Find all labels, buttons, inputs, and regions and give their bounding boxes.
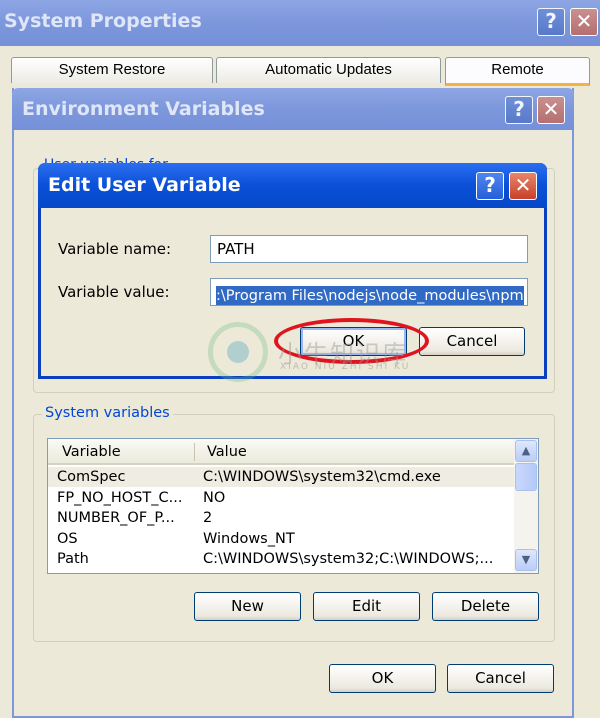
help-button[interactable]: ? <box>476 172 504 200</box>
variable-cell: Path <box>57 551 89 567</box>
variable-name-input[interactable]: PATH <box>210 235 528 263</box>
tab-automatic-updates[interactable]: Automatic Updates <box>216 57 441 83</box>
close-button[interactable]: ✕ <box>570 8 598 36</box>
system-variables-list[interactable]: Variable Value ComSpec C:\WINDOWS\system3… <box>47 438 539 574</box>
variable-cell: FP_NO_HOST_C... <box>57 489 183 506</box>
column-header-value[interactable]: Value <box>207 444 247 460</box>
new-button[interactable]: New <box>194 592 301 621</box>
value-cell: Windows_NT <box>203 530 295 547</box>
env-vars-title: Environment Variables <box>22 98 265 120</box>
watermark-logo <box>208 322 268 382</box>
system-properties-title: System Properties <box>4 10 202 32</box>
scrollbar[interactable]: ▲ ▼ <box>514 439 538 573</box>
value-cell: C:\WINDOWS\system32\cmd.exe <box>203 469 441 485</box>
value-cell: C:\WINDOWS\system32;C:\WINDOWS;... <box>203 551 494 567</box>
help-button[interactable]: ? <box>505 96 533 124</box>
variable-value-label: Variable value: <box>58 283 170 301</box>
variable-cell: ComSpec <box>57 469 126 485</box>
variable-cell: OS <box>57 530 78 547</box>
scroll-thumb[interactable] <box>515 463 537 491</box>
table-row[interactable]: ComSpec C:\WINDOWS\system32\cmd.exe <box>48 467 514 487</box>
scroll-up-button[interactable]: ▲ <box>515 440 537 462</box>
env-vars-titlebar: Environment Variables ? ✕ <box>12 88 574 130</box>
variable-value-selected-text: :\Program Files\nodejs\node_modules\npm <box>216 286 524 305</box>
list-header: Variable Value <box>48 439 514 465</box>
table-row[interactable]: FP_NO_HOST_C... NO <box>48 488 514 508</box>
help-button[interactable]: ? <box>537 8 565 36</box>
value-cell: NO <box>203 489 226 506</box>
edit-dialog-titlebar: Edit User Variable ? ✕ <box>38 163 547 208</box>
column-divider[interactable] <box>194 443 195 461</box>
edit-cancel-button[interactable]: Cancel <box>419 327 525 356</box>
edit-dialog-title: Edit User Variable <box>48 174 241 196</box>
delete-button[interactable]: Delete <box>432 592 539 621</box>
close-button[interactable]: ✕ <box>509 172 537 200</box>
system-variables-label: System variables <box>42 405 173 421</box>
env-ok-button[interactable]: OK <box>329 664 436 693</box>
close-button[interactable]: ✕ <box>537 96 565 124</box>
watermark-subtext: XIAO NIU ZHI SHI KU <box>280 362 411 372</box>
edit-button[interactable]: Edit <box>313 592 420 621</box>
variable-name-label: Variable name: <box>58 240 172 258</box>
table-row[interactable]: OS Windows_NT <box>48 529 514 549</box>
table-row[interactable]: NUMBER_OF_P... 2 <box>48 508 514 528</box>
env-cancel-button[interactable]: Cancel <box>447 664 554 693</box>
system-properties-titlebar: System Properties ? ✕ <box>0 0 600 46</box>
value-cell: 2 <box>203 510 213 526</box>
scroll-down-button[interactable]: ▼ <box>515 549 537 571</box>
variable-cell: NUMBER_OF_P... <box>57 510 175 526</box>
tab-remote[interactable]: Remote <box>445 57 590 86</box>
column-header-variable[interactable]: Variable <box>62 444 121 460</box>
table-row[interactable]: Path C:\WINDOWS\system32;C:\WINDOWS;... <box>48 549 514 569</box>
tab-system-restore[interactable]: System Restore <box>11 57 213 83</box>
variable-value-input[interactable]: :\Program Files\nodejs\node_modules\npm <box>210 278 528 306</box>
